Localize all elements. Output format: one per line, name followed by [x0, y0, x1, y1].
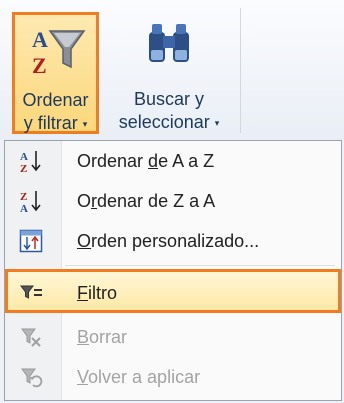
menu-item-label: Orden personalizado... — [77, 231, 260, 251]
svg-text:Z: Z — [20, 191, 27, 203]
sort-filter-label-line1: Ordenar — [22, 90, 89, 110]
svg-text:A: A — [20, 203, 28, 213]
sort-filter-label-line2: y filtrar — [23, 113, 78, 133]
menu-item-sort-a-z[interactable]: A Z Ordenar de A a Z — [5, 141, 341, 181]
ribbon-separator — [240, 8, 241, 133]
sort-z-to-a-icon: Z A — [20, 191, 41, 213]
menu-item-filter[interactable]: Filtro — [5, 269, 341, 313]
menu-item-label: Volver a aplicar — [77, 367, 201, 387]
binoculars-icon — [149, 24, 189, 62]
sort-a-to-z-icon: A Z — [20, 151, 41, 173]
find-select-button[interactable]: Buscar y seleccionar ▾ — [104, 14, 234, 132]
ribbon-group: A Z Ordenar y filtrar ▾ Buscar y selecci… — [0, 0, 344, 140]
menu-item-label: Borrar — [77, 327, 128, 347]
menu-item-reapply[interactable]: Volver a aplicar — [5, 357, 341, 397]
sort-filter-button[interactable]: A Z Ordenar y filtrar ▾ — [12, 12, 99, 134]
menu-item-label: Ordenar de Z a A — [77, 191, 216, 211]
find-select-label-line2: seleccionar — [118, 112, 210, 132]
clear-filter-icon — [21, 328, 41, 347]
menu-item-custom-sort[interactable]: Orden personalizado... — [5, 221, 341, 261]
dropdown-arrow-icon: ▾ — [214, 118, 220, 128]
sort-az-funnel-icon: A Z — [32, 27, 85, 78]
svg-text:A: A — [20, 151, 28, 163]
custom-sort-icon — [19, 229, 43, 253]
menu-item-label: Filtro — [77, 283, 118, 303]
menu-item-sort-z-a[interactable]: Z A Ordenar de Z a A — [5, 181, 341, 221]
svg-text:Z: Z — [32, 53, 47, 78]
menu-item-clear[interactable]: Borrar — [5, 317, 341, 357]
dropdown-arrow-icon: ▾ — [82, 119, 88, 129]
reapply-filter-icon — [21, 368, 43, 388]
svg-text:A: A — [32, 27, 48, 52]
svg-text:Z: Z — [20, 163, 27, 173]
filter-icon — [20, 285, 42, 299]
find-select-label-line1: Buscar y — [133, 89, 205, 109]
sort-filter-menu: A Z Ordenar de A a Z Z A Ordenar de Z a … — [4, 140, 342, 401]
menu-item-label: Ordenar de A a Z — [77, 151, 215, 171]
menu-separator — [65, 265, 335, 266]
